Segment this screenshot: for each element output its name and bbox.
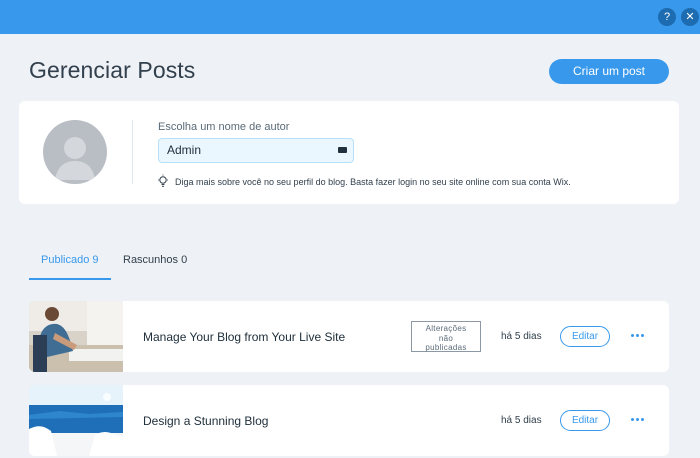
lightbulb-icon	[158, 174, 168, 187]
divider	[132, 120, 133, 184]
unpublished-changes-badge: Alterações não publicadas	[411, 321, 481, 352]
tab-published[interactable]: Publicado 9	[41, 254, 99, 266]
post-title[interactable]: Manage Your Blog from Your Live Site	[143, 330, 345, 344]
more-options-icon[interactable]	[629, 412, 645, 426]
badge-line: Alterações	[425, 324, 467, 333]
author-name-label: Escolha um nome de autor	[158, 121, 290, 133]
tab-drafts[interactable]: Rascunhos 0	[123, 254, 187, 266]
top-bar: ? ✕	[0, 0, 700, 34]
post-date: há 5 dias	[501, 331, 542, 342]
post-title[interactable]: Design a Stunning Blog	[143, 414, 268, 428]
badge-line: não	[438, 333, 454, 343]
author-name-value: Admin	[167, 143, 202, 157]
post-row[interactable]: Manage Your Blog from Your Live Site Alt…	[29, 301, 669, 372]
more-options-icon[interactable]	[629, 328, 645, 342]
active-tab-indicator	[29, 278, 111, 280]
avatar[interactable]	[43, 120, 107, 184]
help-button[interactable]: ?	[658, 8, 676, 26]
create-post-button[interactable]: Criar um post	[549, 59, 669, 84]
post-thumbnail	[29, 385, 123, 456]
close-button[interactable]: ✕	[681, 8, 699, 26]
post-date: há 5 dias	[501, 415, 542, 426]
profile-tip-text: Diga mais sobre você no seu perfil do bl…	[175, 177, 571, 187]
author-name-input[interactable]: Admin	[158, 138, 354, 163]
post-row[interactable]: Design a Stunning Blog há 5 dias Editar	[29, 385, 669, 456]
edit-post-button[interactable]: Editar	[560, 410, 610, 431]
post-thumbnail	[29, 301, 123, 372]
author-card: Escolha um nome de autor Admin Diga mais…	[19, 101, 679, 204]
user-silhouette-icon	[55, 137, 95, 180]
badge-line: publicadas	[425, 343, 467, 352]
page-title: Gerenciar Posts	[29, 57, 196, 83]
keyboard-icon	[338, 147, 347, 153]
edit-post-button[interactable]: Editar	[560, 326, 610, 347]
